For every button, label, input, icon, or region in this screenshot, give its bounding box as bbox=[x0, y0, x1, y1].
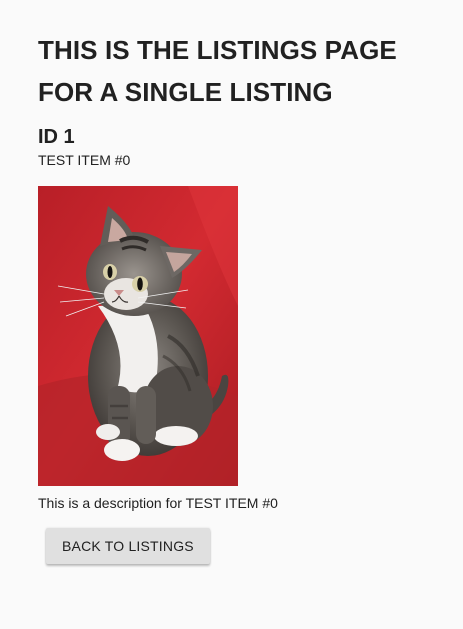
back-to-listings-button[interactable]: BACK TO LISTINGS bbox=[46, 528, 210, 564]
listing-page: THIS IS THE LISTINGS PAGE FOR A SINGLE L… bbox=[0, 0, 463, 629]
page-title: THIS IS THE LISTINGS PAGE FOR A SINGLE L… bbox=[38, 35, 397, 107]
listing-id: ID 1 bbox=[38, 126, 75, 148]
listing-name: TEST ITEM #0 bbox=[38, 152, 131, 168]
listing-description: This is a description for TEST ITEM #0 bbox=[38, 495, 278, 511]
listing-photo bbox=[38, 186, 238, 486]
